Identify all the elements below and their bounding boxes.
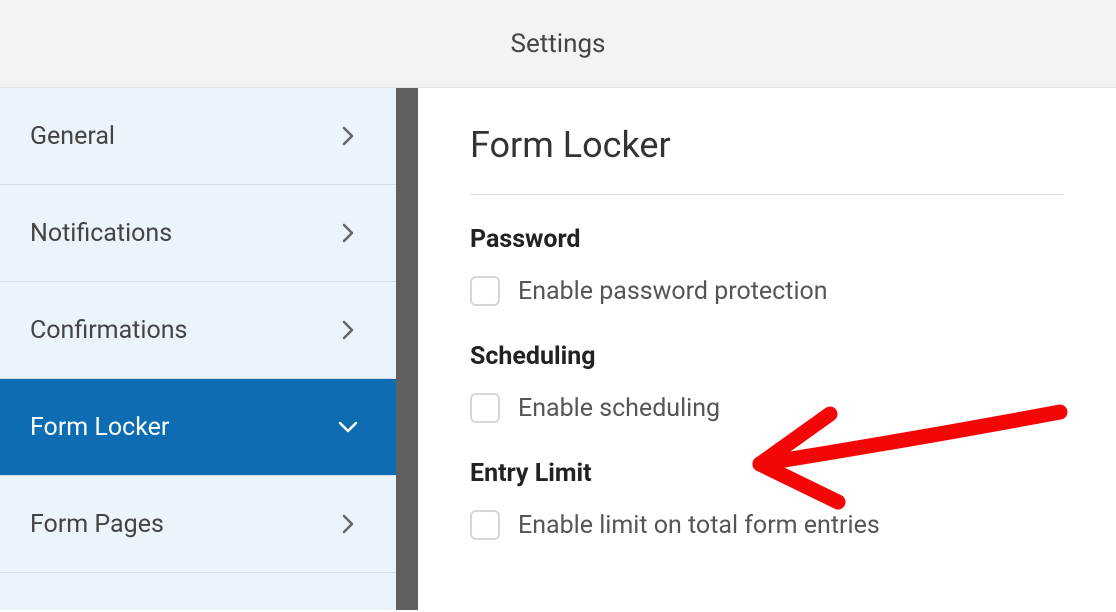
chevron-right-icon [338, 126, 358, 146]
chevron-down-icon [338, 417, 358, 437]
sidebar-item-form-locker[interactable]: Form Locker [0, 379, 396, 476]
divider [396, 88, 418, 610]
sidebar-item-label: Form Pages [30, 510, 164, 539]
sidebar-item-notifications[interactable]: Notifications [0, 185, 396, 282]
checkbox-row-scheduling: Enable scheduling [470, 393, 1064, 423]
page-title: Form Locker [470, 124, 1064, 195]
sidebar-item-form-pages[interactable]: Form Pages [0, 476, 396, 573]
checkbox-row-entry-limit: Enable limit on total form entries [470, 510, 1064, 540]
sidebar: General Notifications Confirmations Form… [0, 88, 396, 610]
chevron-right-icon [338, 223, 358, 243]
section-password-heading: Password [470, 225, 1064, 254]
sidebar-item-confirmations[interactable]: Confirmations [0, 282, 396, 379]
sidebar-item-label: General [30, 122, 115, 151]
sidebar-item-label: Confirmations [30, 316, 187, 345]
section-entry-limit-heading: Entry Limit [470, 459, 1064, 488]
header-title: Settings [511, 29, 606, 59]
enable-scheduling-checkbox[interactable] [470, 393, 500, 423]
enable-password-label: Enable password protection [518, 277, 828, 306]
main-content: Form Locker Password Enable password pro… [418, 88, 1116, 612]
section-scheduling-heading: Scheduling [470, 342, 1064, 371]
checkbox-row-password: Enable password protection [470, 276, 1064, 306]
page-header: Settings [0, 0, 1116, 88]
enable-password-checkbox[interactable] [470, 276, 500, 306]
chevron-right-icon [338, 320, 358, 340]
enable-entry-limit-label: Enable limit on total form entries [518, 511, 880, 540]
sidebar-item-label: Notifications [30, 219, 172, 248]
enable-entry-limit-checkbox[interactable] [470, 510, 500, 540]
enable-scheduling-label: Enable scheduling [518, 394, 720, 423]
sidebar-item-label: Form Locker [30, 413, 169, 442]
chevron-right-icon [338, 514, 358, 534]
sidebar-item-general[interactable]: General [0, 88, 396, 185]
